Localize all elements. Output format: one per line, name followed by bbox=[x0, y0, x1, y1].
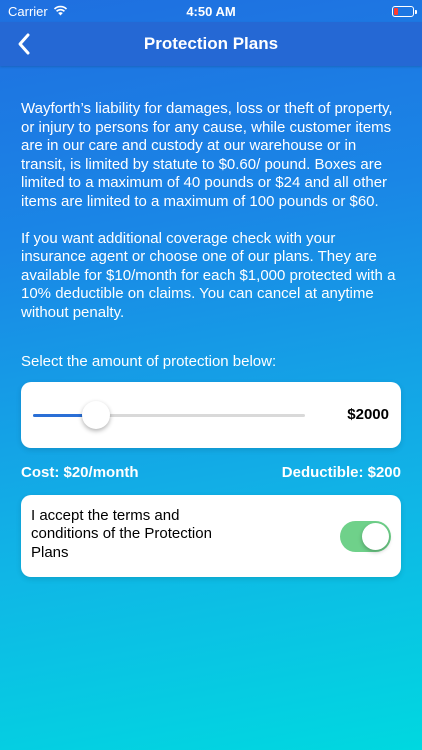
protection-amount-card: $2000 bbox=[21, 381, 401, 448]
main-content: Wayforth’s liability for damages, loss o… bbox=[21, 66, 401, 577]
slider-thumb[interactable] bbox=[81, 400, 110, 429]
wifi-icon bbox=[53, 4, 68, 19]
terms-text: I accept the terms and conditions of the… bbox=[31, 506, 212, 561]
status-bar: Carrier 4:50 AM bbox=[0, 0, 422, 22]
cost-row: Cost: $20/month Deductible: $200 bbox=[21, 464, 401, 481]
terms-toggle[interactable] bbox=[340, 520, 391, 552]
carrier-label: Carrier bbox=[8, 3, 48, 19]
nav-bar: Protection Plans bbox=[0, 22, 422, 66]
coverage-paragraph: If you want additional coverage check wi… bbox=[21, 229, 396, 321]
status-left: Carrier bbox=[8, 4, 68, 19]
protection-amount-value: $2000 bbox=[347, 405, 389, 423]
protection-slider[interactable] bbox=[33, 400, 305, 429]
chevron-left-icon bbox=[18, 33, 30, 55]
toggle-knob bbox=[362, 522, 389, 550]
battery-level bbox=[394, 7, 398, 15]
deductible-label: Deductible: $200 bbox=[281, 463, 401, 481]
back-button[interactable] bbox=[8, 28, 40, 60]
page-title: Protection Plans bbox=[143, 34, 279, 53]
liability-paragraph: Wayforth’s liability for damages, loss o… bbox=[21, 100, 393, 210]
terms-card: I accept the terms and conditions of the… bbox=[21, 494, 401, 577]
cost-label: Cost: $20/month bbox=[21, 463, 139, 481]
battery-icon bbox=[392, 5, 417, 17]
select-amount-label: Select the amount of protection below: bbox=[21, 352, 277, 370]
